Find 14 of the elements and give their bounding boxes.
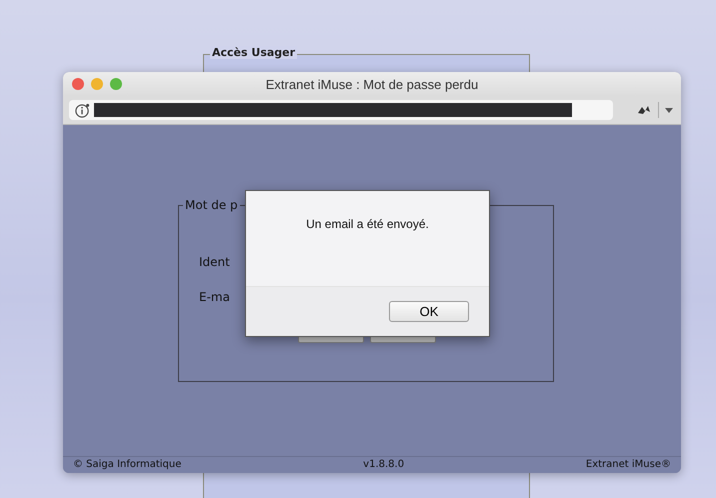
field-label: Ident — [199, 255, 230, 269]
window-title: Extranet iMuse : Mot de passe perdu — [264, 76, 480, 92]
copyright-text: © Saiga Informatique — [73, 458, 182, 472]
caret-icon[interactable] — [665, 108, 673, 112]
close-button[interactable] — [72, 78, 84, 90]
address-field[interactable] — [69, 100, 613, 120]
form-legend: Mot de p — [183, 198, 240, 212]
field-label: E-ma — [199, 290, 230, 304]
panel-legend: Accès Usager — [210, 46, 298, 59]
alert-message: Un email a été envoyé. — [306, 217, 429, 232]
product-text: Extranet iMuse® — [586, 458, 671, 472]
info-icon[interactable] — [75, 102, 90, 118]
version-text: v1.8.8.0 — [363, 458, 404, 472]
ok-button[interactable]: OK — [389, 301, 469, 322]
